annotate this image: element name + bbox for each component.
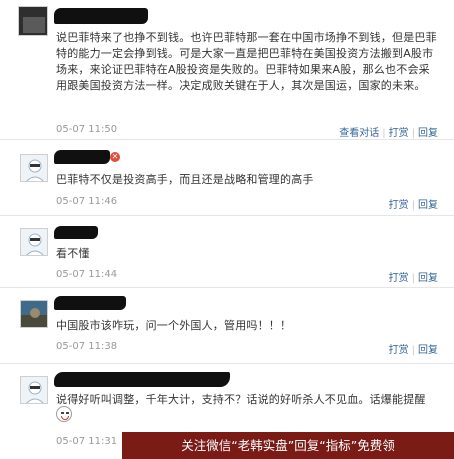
tip-link[interactable]: 打赏 [389, 128, 409, 139]
divider: | [382, 128, 386, 139]
username-redacted[interactable]: redacted [54, 8, 148, 24]
tip-link[interactable]: 打赏 [389, 345, 409, 356]
divider: | [411, 345, 415, 356]
reply-link[interactable]: 回复 [418, 200, 438, 211]
comment-time: 05-07 11:46 [56, 196, 118, 207]
comment-item: redacted 说巴菲特来了也挣不到钱。也许巴菲特那一套在中国市场挣不到钱，但… [0, 0, 454, 140]
avatar[interactable] [20, 228, 48, 256]
comment-item: redacted 看不懂 05-07 11:44 打赏|回复 [0, 216, 454, 288]
avatar-photo-icon [19, 7, 47, 35]
avatar[interactable] [20, 154, 48, 182]
username-redacted[interactable]: redacted [54, 372, 230, 387]
divider: | [411, 128, 415, 139]
tip-link[interactable]: 打赏 [389, 200, 409, 211]
comment-item: redacted 中国股市该咋玩，问一个外国人，管用吗！！！ 05-07 11:… [0, 288, 454, 364]
comment-text: 说巴菲特来了也挣不到钱。也许巴菲特那一套在中国市场挣不到钱，但是巴菲特的能力一定… [56, 31, 437, 92]
divider: | [411, 200, 415, 211]
close-icon[interactable]: ✕ [110, 152, 120, 162]
avatar[interactable] [20, 300, 48, 328]
comment-text: 看不懂 [56, 247, 90, 260]
comment-item: redacted ✕ 巴菲特不仅是投资高手，而且还是战略和管理的高手 05-07… [0, 140, 454, 216]
comment-actions: 打赏 | 回复 [389, 196, 438, 211]
comment-time: 05-07 11:50 [56, 124, 118, 135]
reply-link[interactable]: 回复 [418, 273, 438, 284]
reply-link[interactable]: 回复 [418, 345, 438, 356]
grin-emoji-icon [56, 406, 72, 422]
comment-time: 05-07 11:31 [56, 436, 118, 447]
username-redacted[interactable]: redacted [54, 226, 98, 239]
comment-text: 说得好听叫调整，千年大计，支持不？话说的好听杀人不见血。话爆能提醒 [56, 393, 426, 406]
follow-banner: 关注微信“老韩实盘”回复“指标”免费领 [122, 432, 454, 459]
comment-actions: 打赏 | 回复 [389, 341, 438, 356]
comment-time: 05-07 11:44 [56, 269, 118, 280]
default-avatar-icon [26, 233, 44, 255]
tip-link[interactable]: 打赏 [389, 273, 409, 284]
comment-text: 巴菲特不仅是投资高手，而且还是战略和管理的高手 [56, 173, 314, 186]
username-redacted[interactable]: redacted [54, 296, 126, 310]
username-redacted[interactable]: redacted [54, 150, 110, 164]
avatar-photo-icon [21, 301, 47, 327]
divider: | [411, 273, 415, 284]
comment-time: 05-07 11:38 [56, 341, 118, 352]
comment-actions: 查看对话 | 打赏 | 回复 [339, 124, 438, 139]
view-conversation-link[interactable]: 查看对话 [339, 128, 379, 139]
comment-text: 中国股市该咋玩，问一个外国人，管用吗！！！ [56, 319, 292, 332]
reply-link[interactable]: 回复 [418, 128, 438, 139]
avatar[interactable] [20, 376, 48, 404]
default-avatar-icon [26, 381, 44, 403]
avatar[interactable] [18, 6, 48, 36]
comment-actions: 打赏 | 回复 [389, 269, 438, 284]
default-avatar-icon [26, 159, 44, 181]
